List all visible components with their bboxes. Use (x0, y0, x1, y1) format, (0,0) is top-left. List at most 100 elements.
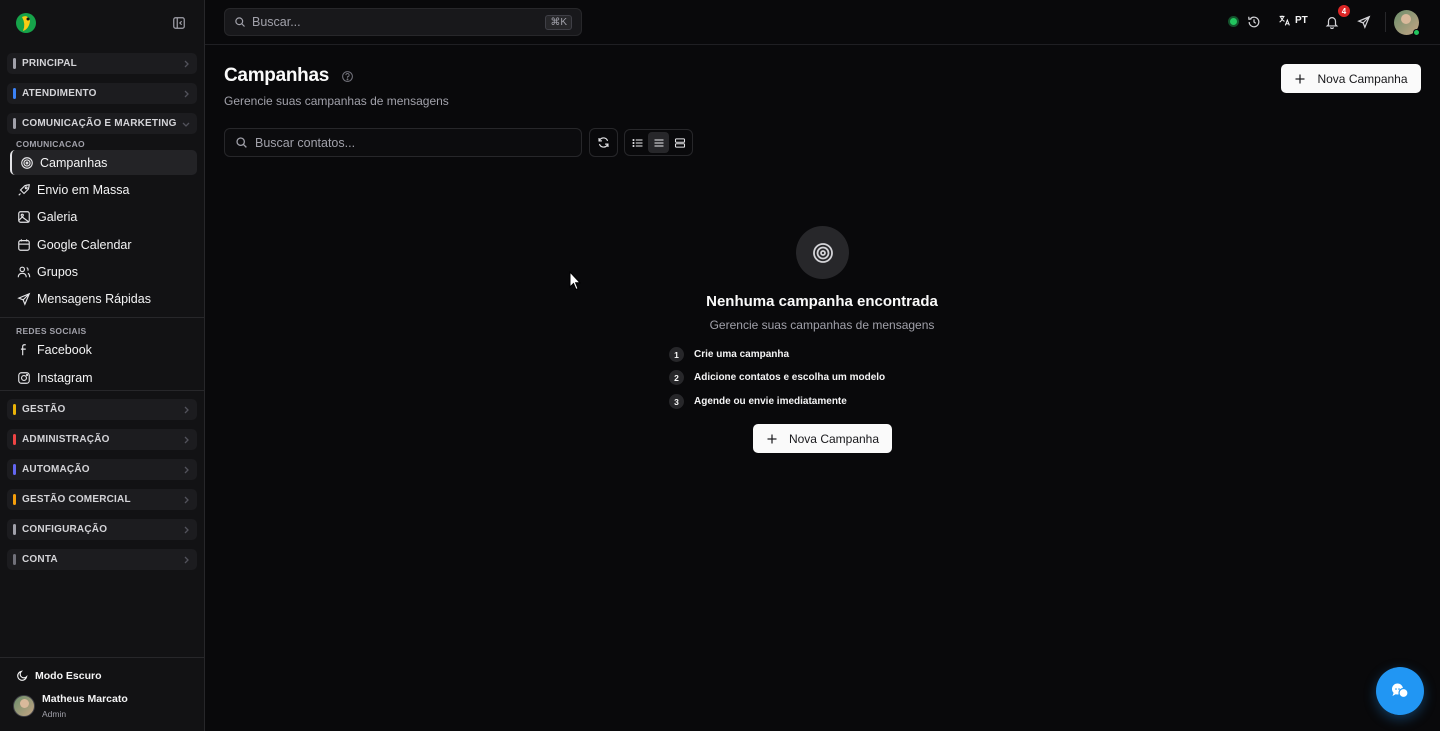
topbar: Buscar... ⌘K PT 4 (205, 0, 1440, 45)
sidebar-group-label: ADMINISTRAÇÃO (22, 434, 110, 445)
plus-icon (1295, 74, 1305, 83)
sidebar-item-campanhas[interactable]: Campanhas (10, 150, 197, 175)
group-color-bar (13, 404, 16, 415)
sidebar-item-instagram[interactable]: Instagram (10, 365, 197, 390)
sidebar-collapse-icon[interactable] (172, 16, 186, 30)
chevron-right-icon (184, 526, 189, 533)
chevron-right-icon (184, 436, 189, 443)
avatar (13, 695, 35, 717)
refresh-icon (598, 137, 609, 148)
logo-icon (16, 12, 36, 33)
send-icon (17, 292, 31, 306)
empty-state-icon (796, 226, 849, 279)
topbar-divider (1385, 12, 1386, 32)
view-cards-button[interactable] (669, 132, 690, 153)
sidebar-section-label: COMUNICACAO (16, 139, 85, 149)
plus-icon (767, 434, 777, 443)
group-color-bar (13, 464, 16, 475)
user-profile[interactable]: Matheus Marcato Admin (13, 693, 128, 719)
global-search-placeholder: Buscar... (252, 15, 301, 29)
chevron-right-icon (184, 60, 189, 67)
global-search-input[interactable]: Buscar... ⌘K (224, 8, 582, 36)
sidebar-group-automacao[interactable]: AUTOMAÇÃO (7, 459, 197, 480)
sidebar-group-configuracao[interactable]: CONFIGURAÇÃO (7, 519, 197, 540)
menu-icon (654, 138, 663, 147)
target-icon (812, 242, 833, 263)
sidebar-item-mensagens-rapidas[interactable]: Mensagens Rápidas (10, 286, 197, 311)
group-color-bar (13, 524, 16, 535)
view-mode-toggle (624, 129, 693, 156)
sidebar-group-label: COMUNICAÇÃO E MARKETING (22, 118, 177, 129)
sidebar-item-google-calendar[interactable]: Google Calendar (10, 232, 197, 257)
sidebar-item-facebook[interactable]: Facebook (10, 337, 197, 362)
chevron-right-icon (184, 466, 189, 473)
step-text: Adicione contatos e escolha um modelo (694, 372, 886, 383)
instagram-icon (18, 371, 30, 384)
facebook-icon (20, 343, 26, 355)
empty-state-subtitle: Gerencie suas campanhas de mensagens (709, 318, 935, 332)
chat-icon (1392, 683, 1409, 699)
chevron-right-icon (184, 496, 189, 503)
sidebar-group-comunicacao-marketing[interactable]: COMUNICAÇÃO E MARKETING (7, 113, 197, 134)
sidebar-section-label: REDES SOCIAIS (16, 326, 87, 336)
dark-mode-toggle[interactable]: Modo Escuro (16, 669, 102, 682)
sidebar-group-label: CONTA (22, 554, 58, 565)
empty-step: 1 Crie uma campanha (669, 347, 789, 362)
sidebar-group-label: ATENDIMENTO (22, 88, 97, 99)
empty-step: 2 Adicione contatos e escolha um modelo (669, 370, 885, 385)
refresh-button[interactable] (589, 128, 618, 157)
empty-step: 3 Agende ou envie imediatamente (669, 394, 847, 409)
view-list-button[interactable] (627, 132, 648, 153)
sidebar-divider (0, 317, 205, 318)
user-name: Matheus Marcato (42, 693, 128, 705)
group-color-bar (13, 554, 16, 565)
page-title: Campanhas (224, 65, 330, 86)
search-icon (236, 137, 247, 148)
sidebar-group-label: CONFIGURAÇÃO (22, 524, 108, 535)
sidebar-group-administracao[interactable]: ADMINISTRAÇÃO (7, 429, 197, 450)
sidebar-item-label: Google Calendar (37, 237, 132, 252)
chevron-down-icon (182, 122, 190, 127)
empty-new-campaign-button[interactable]: Nova Campanha (753, 424, 892, 453)
bell-icon[interactable] (1325, 15, 1339, 29)
send-icon[interactable] (1357, 15, 1371, 29)
contact-search-input[interactable]: Buscar contatos... (224, 128, 582, 157)
sidebar-group-label: AUTOMAÇÃO (22, 464, 90, 475)
language-selector[interactable]: PT (1278, 14, 1308, 27)
sidebar-group-principal[interactable]: PRINCIPAL (7, 53, 197, 74)
group-color-bar (13, 58, 16, 69)
help-icon[interactable] (341, 70, 354, 83)
rocket-icon (18, 183, 30, 196)
image-icon (18, 210, 30, 223)
connection-status-dot (1230, 18, 1237, 25)
search-shortcut: ⌘K (545, 14, 572, 30)
sidebar-group-label: PRINCIPAL (22, 58, 77, 69)
sidebar-group-conta[interactable]: CONTA (7, 549, 197, 570)
sidebar-group-gestao-comercial[interactable]: GESTÃO COMERCIAL (7, 489, 197, 510)
view-compact-button[interactable] (648, 132, 669, 153)
sidebar-item-label: Envio em Massa (37, 182, 130, 197)
search-icon (235, 17, 245, 27)
notification-badge: 4 (1338, 5, 1350, 17)
new-campaign-button[interactable]: Nova Campanha (1281, 64, 1421, 93)
online-status-dot (1413, 29, 1420, 36)
mouse-cursor-icon (569, 271, 581, 291)
sidebar-header (0, 0, 204, 45)
group-color-bar (13, 494, 16, 505)
step-number: 1 (669, 347, 684, 362)
target-icon (21, 156, 33, 169)
sidebar: PRINCIPAL ATENDIMENTO COMUNICAÇÃO E MARK… (0, 0, 205, 731)
sidebar-group-atendimento[interactable]: ATENDIMENTO (7, 83, 197, 104)
sidebar-item-label: Galeria (37, 209, 78, 224)
sidebar-item-label: Facebook (37, 342, 92, 357)
moon-icon (17, 670, 28, 681)
step-text: Agende ou envie imediatamente (694, 396, 847, 407)
chat-fab-button[interactable] (1376, 667, 1424, 715)
new-campaign-label: Nova Campanha (1317, 71, 1408, 86)
sidebar-item-grupos[interactable]: Grupos (10, 259, 197, 284)
user-role: Admin (42, 709, 67, 719)
sidebar-group-gestao[interactable]: GESTÃO (7, 399, 197, 420)
sidebar-item-galeria[interactable]: Galeria (10, 204, 197, 229)
history-icon[interactable] (1247, 15, 1261, 29)
sidebar-item-envio-em-massa[interactable]: Envio em Massa (10, 177, 197, 202)
